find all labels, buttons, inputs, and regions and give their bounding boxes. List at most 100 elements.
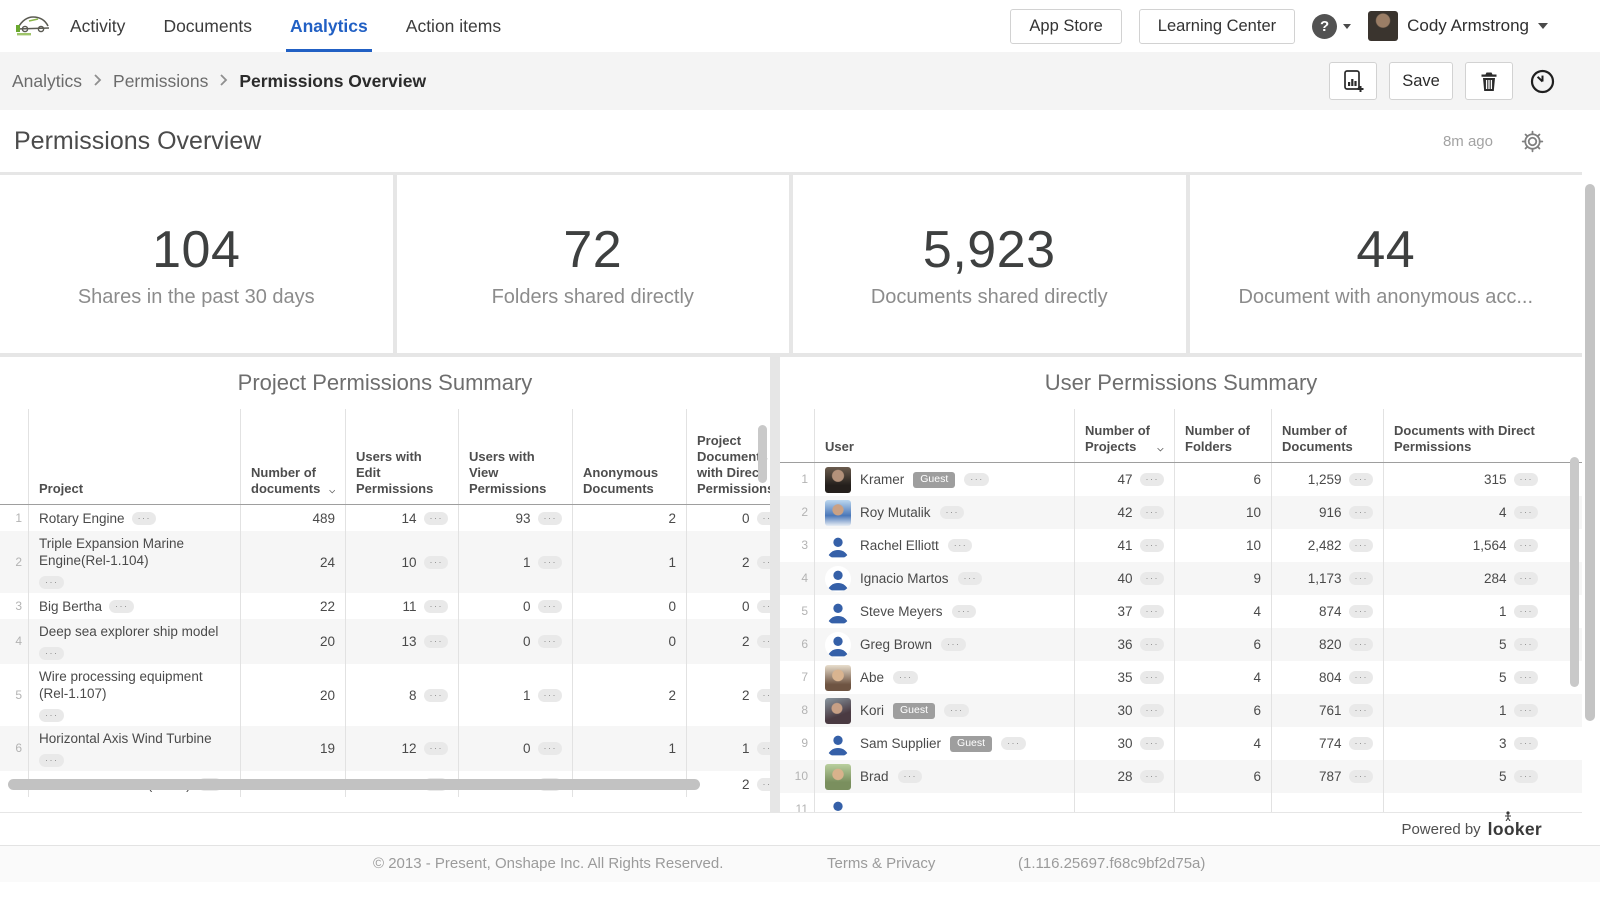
more-actions-button[interactable]: ··· [964, 473, 989, 486]
more-actions-button[interactable]: ··· [944, 704, 969, 717]
more-actions-button[interactable]: ··· [39, 576, 64, 589]
more-actions-button[interactable]: ··· [1514, 572, 1539, 585]
breadcrumb-item-2[interactable]: Permissions Overview [239, 71, 426, 92]
nav-item-documents[interactable]: Documents [161, 0, 254, 52]
user-name[interactable]: Ignacio Martos [860, 570, 949, 587]
column-header-anonymous-documents[interactable]: Anonymous Documents [572, 409, 686, 504]
table-row[interactable]: 4Deep sea explorer ship model···2013···0… [0, 619, 770, 664]
column-header-number-of-projects[interactable]: Number of Projects [1074, 409, 1174, 462]
more-actions-button[interactable]: ··· [424, 600, 449, 613]
page-scrollbar-thumb[interactable] [1585, 184, 1595, 721]
more-actions-button[interactable]: ··· [1140, 539, 1165, 552]
add-tile-button[interactable] [1329, 62, 1377, 100]
more-actions-button[interactable]: ··· [1349, 473, 1374, 486]
more-actions-button[interactable]: ··· [1349, 605, 1374, 618]
more-actions-button[interactable]: ··· [538, 512, 563, 525]
more-actions-button[interactable]: ··· [424, 512, 449, 525]
user-name[interactable]: Greg Brown [860, 636, 932, 653]
breadcrumb-item-1[interactable]: Permissions [113, 71, 208, 92]
delete-button[interactable] [1465, 62, 1513, 100]
table-row[interactable]: 1KramerGuest···47···61,259···315··· [780, 463, 1582, 496]
table-row[interactable]: 6Horizontal Axis Wind Turbine···1912···0… [0, 726, 770, 771]
column-header-documents-with-direct-permissions[interactable]: Documents with Direct Permissions [1383, 409, 1548, 462]
user-name[interactable]: Brad [860, 768, 889, 785]
more-actions-button[interactable]: ··· [757, 689, 771, 702]
column-header-users-with-edit-permissions[interactable]: Users with Edit Permissions [345, 409, 458, 504]
more-actions-button[interactable]: ··· [1349, 737, 1374, 750]
column-header-number-of-documents[interactable]: Number of documents [240, 409, 345, 504]
user-name[interactable]: Steve Meyers [860, 603, 943, 620]
company-logo[interactable] [12, 5, 54, 47]
table-row[interactable]: 2Roy Mutalik···42···10916···4··· [780, 496, 1582, 529]
table-row[interactable]: 9Sam SupplierGuest···30···4774···3··· [780, 727, 1582, 760]
more-actions-button[interactable]: ··· [1514, 770, 1539, 783]
table-row[interactable]: 11 [780, 793, 1582, 812]
more-actions-button[interactable]: ··· [1349, 770, 1374, 783]
nav-item-action-items[interactable]: Action items [404, 0, 503, 52]
more-actions-button[interactable]: ··· [757, 635, 771, 648]
more-actions-button[interactable]: ··· [538, 742, 563, 755]
more-actions-button[interactable]: ··· [1140, 770, 1165, 783]
more-actions-button[interactable]: ··· [1349, 506, 1374, 519]
table-row[interactable]: 8KoriGuest···30···6761···1··· [780, 694, 1582, 727]
more-actions-button[interactable]: ··· [757, 512, 771, 525]
more-actions-button[interactable]: ··· [1514, 704, 1539, 717]
table-row[interactable]: 10Brad···28···6787···5··· [780, 760, 1582, 793]
settings-button[interactable] [1521, 130, 1544, 153]
user-name[interactable]: Roy Mutalik [860, 504, 931, 521]
project-name[interactable]: Triple Expansion Marine Engine(Rel-1.104… [39, 535, 230, 569]
user-name[interactable]: Kramer [860, 471, 904, 488]
more-actions-button[interactable]: ··· [940, 506, 965, 519]
vertical-scrollbar-thumb[interactable] [1570, 457, 1579, 687]
app-store-button[interactable]: App Store [1010, 9, 1121, 44]
more-actions-button[interactable]: ··· [1349, 704, 1374, 717]
more-actions-button[interactable]: ··· [948, 539, 973, 552]
learning-center-button[interactable]: Learning Center [1139, 9, 1295, 44]
project-name[interactable]: Rotary Engine [39, 510, 125, 527]
terms-privacy-link[interactable]: Terms & Privacy [827, 855, 935, 872]
table-row[interactable]: 5Wire processing equipment (Rel-1.107)··… [0, 664, 770, 726]
user-name[interactable]: Sam Supplier [860, 735, 941, 752]
breadcrumb-item-0[interactable]: Analytics [12, 71, 82, 92]
vertical-scrollbar-thumb[interactable] [758, 425, 767, 483]
project-name[interactable]: Deep sea explorer ship model [39, 623, 218, 640]
column-header-project[interactable]: Project [28, 409, 240, 504]
user-name[interactable]: Abe [860, 669, 884, 686]
more-actions-button[interactable]: ··· [39, 647, 64, 660]
more-actions-button[interactable]: ··· [1349, 671, 1374, 684]
more-actions-button[interactable]: ··· [1001, 737, 1026, 750]
more-actions-button[interactable]: ··· [1140, 638, 1165, 651]
horizontal-scrollbar-thumb[interactable] [8, 779, 700, 790]
table-row[interactable]: 5Steve Meyers···37···4874···1··· [780, 595, 1582, 628]
column-header-user[interactable]: User [814, 409, 1074, 462]
table-row[interactable]: 1Rotary Engine···48914···93···20··· [0, 505, 770, 531]
table-row[interactable]: 2Triple Expansion Marine Engine(Rel-1.10… [0, 531, 770, 593]
more-actions-button[interactable]: ··· [1140, 671, 1165, 684]
more-actions-button[interactable]: ··· [898, 770, 923, 783]
more-actions-button[interactable]: ··· [1514, 638, 1539, 651]
more-actions-button[interactable]: ··· [424, 742, 449, 755]
more-actions-button[interactable]: ··· [424, 556, 449, 569]
more-actions-button[interactable]: ··· [1514, 671, 1539, 684]
more-actions-button[interactable]: ··· [1140, 572, 1165, 585]
more-actions-button[interactable]: ··· [757, 600, 771, 613]
more-actions-button[interactable]: ··· [538, 635, 563, 648]
more-actions-button[interactable]: ··· [952, 605, 977, 618]
more-actions-button[interactable]: ··· [757, 778, 771, 791]
more-actions-button[interactable]: ··· [1140, 605, 1165, 618]
project-name[interactable]: Wire processing equipment (Rel-1.107) [39, 668, 230, 702]
more-actions-button[interactable]: ··· [109, 600, 134, 613]
user-name[interactable]: Kori [860, 702, 884, 719]
more-actions-button[interactable]: ··· [39, 709, 64, 722]
nav-item-analytics[interactable]: Analytics [288, 0, 370, 52]
more-actions-button[interactable]: ··· [1140, 506, 1165, 519]
more-actions-button[interactable]: ··· [1514, 473, 1539, 486]
more-actions-button[interactable]: ··· [1140, 737, 1165, 750]
table-row[interactable]: 7Abe···35···4804···5··· [780, 661, 1582, 694]
user-menu[interactable]: Cody Armstrong [1368, 11, 1548, 41]
more-actions-button[interactable]: ··· [1349, 572, 1374, 585]
more-actions-button[interactable]: ··· [1514, 539, 1539, 552]
more-actions-button[interactable]: ··· [538, 600, 563, 613]
more-actions-button[interactable]: ··· [1349, 539, 1374, 552]
table-row[interactable]: 4Ignacio Martos···40···91,173···284··· [780, 562, 1582, 595]
